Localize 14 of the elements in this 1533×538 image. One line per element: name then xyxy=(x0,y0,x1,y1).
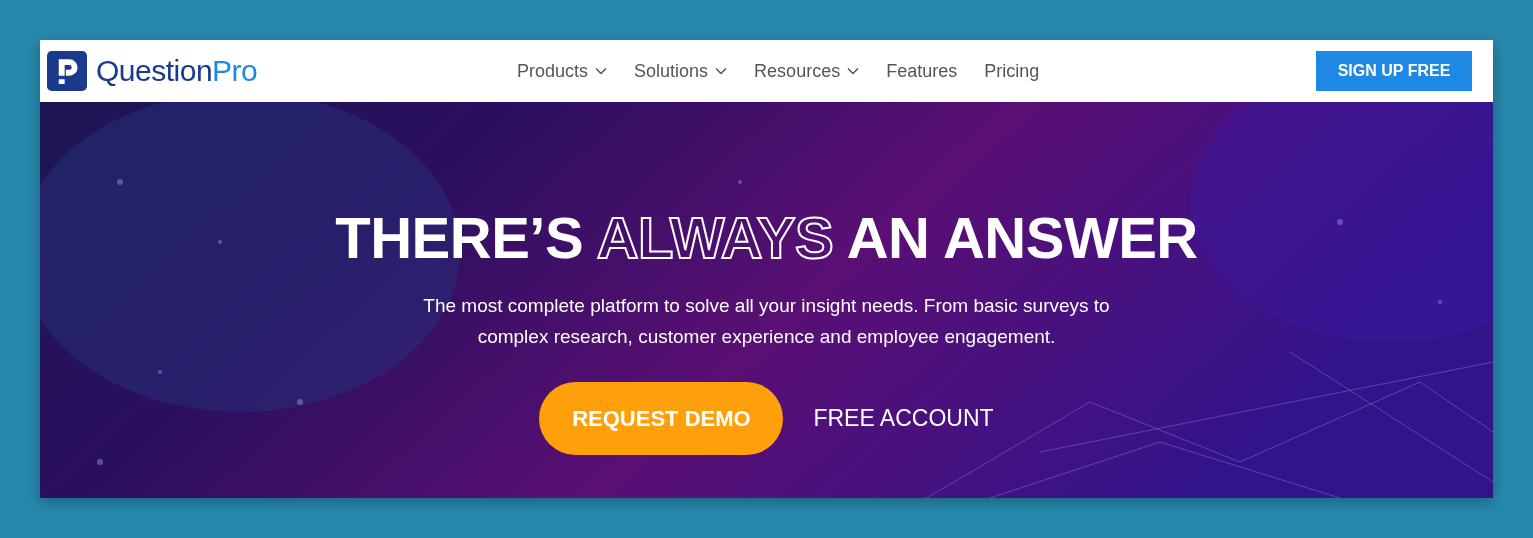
nav-link[interactable]: Resources xyxy=(754,60,860,82)
chevron-icon xyxy=(595,67,608,75)
hero-headline: THERE’S ALWAYS AN ANSWER xyxy=(335,204,1198,272)
nav-link[interactable]: Features xyxy=(886,60,958,82)
logo-text[interactable]: QuestionPro xyxy=(96,54,258,88)
free-account-link[interactable]: FREE ACCOUNT xyxy=(813,405,994,432)
chevron-icon xyxy=(715,67,728,75)
nav-link[interactable]: Pricing xyxy=(984,60,1040,82)
chevron-icon xyxy=(847,67,860,75)
sign-up-button[interactable]: SIGN UP FREE xyxy=(1316,51,1472,91)
nav-link[interactable]: Solutions xyxy=(634,60,728,82)
nav-link[interactable]: Products xyxy=(517,60,608,82)
hero-subtitle: The most complete platform to solve all your insight needs. From basic surveys to complex research, customer experience and employee engagement. xyxy=(422,294,1111,349)
logo-icon[interactable] xyxy=(47,51,87,91)
